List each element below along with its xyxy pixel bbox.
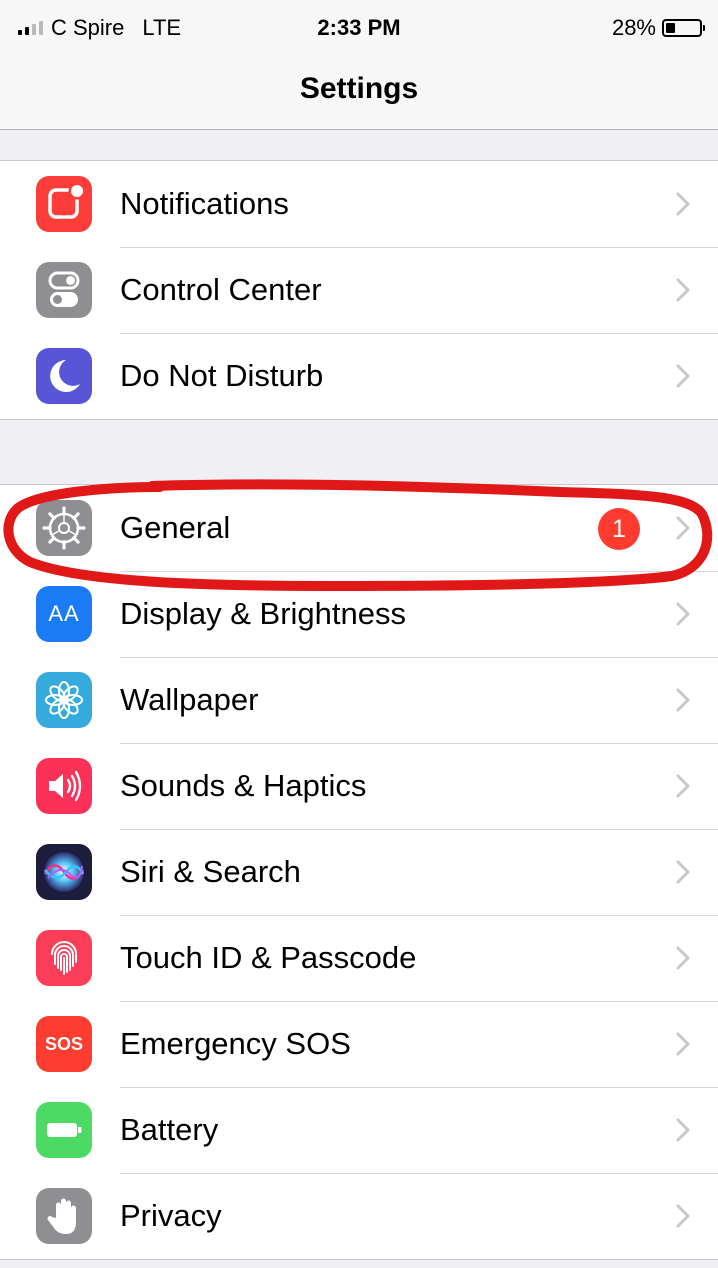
siri-icon bbox=[36, 844, 92, 900]
chevron-right-icon bbox=[676, 1032, 690, 1061]
chevron-right-icon bbox=[676, 860, 690, 889]
settings-row-siri-search[interactable]: Siri & Search bbox=[0, 829, 718, 915]
status-time: 2:33 PM bbox=[317, 15, 401, 40]
speaker-icon bbox=[36, 758, 92, 814]
page-title: Settings bbox=[299, 72, 419, 105]
settings-row-display-brightness[interactable]: AA Display & Brightness bbox=[0, 571, 718, 657]
settings-row-do-not-disturb[interactable]: Do Not Disturb bbox=[0, 333, 718, 419]
chevron-right-icon bbox=[676, 1204, 690, 1233]
settings-row-privacy[interactable]: Privacy bbox=[0, 1173, 718, 1259]
settings-row-wallpaper[interactable]: Wallpaper bbox=[0, 657, 718, 743]
row-label: General bbox=[120, 510, 231, 545]
battery-status-icon bbox=[662, 19, 705, 37]
row-label: Sounds & Haptics bbox=[120, 768, 367, 803]
settings-row-control-center[interactable]: Control Center bbox=[0, 247, 718, 333]
settings-group-2: General 1 AA Display & Brightness Wallpa… bbox=[0, 484, 718, 1260]
chevron-right-icon bbox=[676, 516, 690, 545]
row-label: Battery bbox=[120, 1112, 219, 1147]
gear-icon bbox=[36, 500, 92, 556]
navigation-bar: Settings bbox=[0, 56, 718, 130]
row-label: Wallpaper bbox=[120, 682, 259, 717]
row-label: Privacy bbox=[120, 1198, 222, 1233]
settings-row-battery[interactable]: Battery bbox=[0, 1087, 718, 1173]
settings-group-1: Notifications Control Center Do Not Dist… bbox=[0, 160, 718, 420]
status-right: 28% bbox=[611, 14, 705, 42]
row-label: Siri & Search bbox=[120, 854, 301, 889]
control-center-icon bbox=[36, 262, 92, 318]
settings-row-general[interactable]: General 1 bbox=[0, 485, 718, 571]
row-label: Touch ID & Passcode bbox=[120, 940, 417, 975]
row-label: Notifications bbox=[120, 186, 289, 221]
display-icon-text: AA bbox=[48, 601, 80, 626]
battery-icon bbox=[36, 1102, 92, 1158]
chevron-right-icon bbox=[676, 946, 690, 975]
chevron-right-icon bbox=[676, 192, 690, 221]
moon-icon bbox=[36, 348, 92, 404]
chevron-right-icon bbox=[676, 1118, 690, 1147]
chevron-right-icon bbox=[676, 364, 690, 393]
notification-badge: 1 bbox=[598, 508, 640, 550]
settings-row-touch-id-passcode[interactable]: Touch ID & Passcode bbox=[0, 915, 718, 1001]
wallpaper-flower-icon bbox=[36, 672, 92, 728]
row-label: Do Not Disturb bbox=[120, 358, 324, 393]
row-label: Display & Brightness bbox=[120, 596, 407, 631]
chevron-right-icon bbox=[676, 278, 690, 307]
hand-icon bbox=[36, 1188, 92, 1244]
settings-row-sounds-haptics[interactable]: Sounds & Haptics bbox=[0, 743, 718, 829]
battery-percent: 28% bbox=[611, 15, 656, 40]
display-icon: AA bbox=[36, 586, 92, 642]
row-label: Emergency SOS bbox=[120, 1026, 351, 1061]
chevron-right-icon bbox=[676, 602, 690, 631]
fingerprint-icon bbox=[36, 930, 92, 986]
status-bar: C Spire LTE 2:33 PM 28% bbox=[0, 0, 718, 56]
chevron-right-icon bbox=[676, 774, 690, 803]
settings-row-notifications[interactable]: Notifications bbox=[0, 161, 718, 247]
row-label: Control Center bbox=[120, 272, 322, 307]
sos-icon-text: SOS bbox=[44, 1033, 83, 1054]
sos-icon: SOS bbox=[36, 1016, 92, 1072]
chevron-right-icon bbox=[676, 688, 690, 717]
settings-row-emergency-sos[interactable]: SOS Emergency SOS bbox=[0, 1001, 718, 1087]
notifications-icon bbox=[36, 176, 92, 232]
